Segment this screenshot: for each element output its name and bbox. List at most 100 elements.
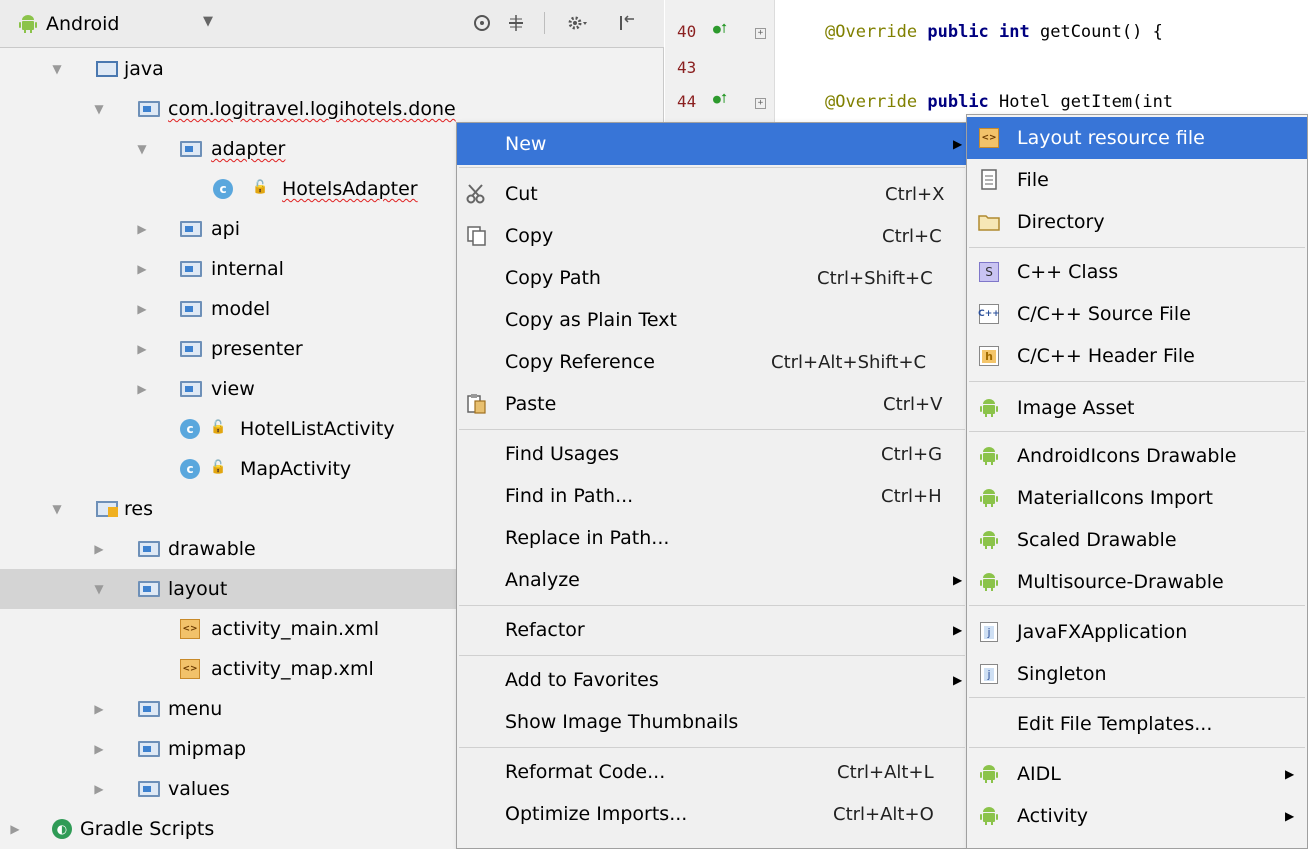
expand-arrow-icon[interactable]: ▼ [135,142,149,156]
menu-item-analyze[interactable]: Analyze ▶ [457,559,967,601]
submenu-item-materialicons-import[interactable]: MaterialIcons Import [967,477,1307,519]
copy-icon [465,224,489,248]
submenu-item-directory[interactable]: Directory [967,201,1307,243]
folder-icon [138,781,160,797]
fold-toggle-icon[interactable]: + [755,28,766,39]
menu-item-label: Copy Reference [505,351,655,373]
hide-panel-icon[interactable] [616,12,638,34]
menu-item-shortcut: Ctrl+V [883,393,943,415]
file-icon [977,168,1001,192]
submenu-item-edit-file-templates[interactable]: Edit File Templates... [967,703,1307,745]
submenu-item-aidl[interactable]: AIDL ▶ [967,753,1307,795]
expand-arrow-icon[interactable]: ▶ [135,262,149,276]
menu-item-copy-plain-text[interactable]: Copy as Plain Text [457,299,967,341]
expand-arrow-icon[interactable]: ▶ [135,382,149,396]
xml-file-icon: <> [180,659,200,679]
expand-arrow-icon[interactable]: ▼ [92,102,106,116]
menu-item-find-usages[interactable]: Find Usages Ctrl+G [457,433,967,475]
public-access-icon: 🔓 [210,420,227,435]
gear-icon[interactable] [566,12,588,34]
menu-item-copy[interactable]: Copy Ctrl+C [457,215,967,257]
menu-item-shortcut: Ctrl+C [882,225,942,247]
android-icon [977,396,1001,420]
cpp-class-icon: S [977,260,1001,284]
menu-item-reformat-code[interactable]: Reformat Code... Ctrl+Alt+L [457,751,967,793]
menu-item-label: AndroidIcons Drawable [1017,445,1237,467]
menu-item-label: Singleton [1017,663,1107,685]
expand-arrow-icon[interactable]: ▼ [50,62,64,76]
submenu-item-image-asset[interactable]: Image Asset [967,387,1307,429]
android-icon [977,444,1001,468]
expand-arrow-icon[interactable]: ▶ [8,822,22,836]
menu-item-new[interactable]: New ▶ [457,123,967,165]
folder-icon [138,581,160,597]
submenu-item-multisource-drawable[interactable]: Multisource-Drawable [967,561,1307,603]
menu-item-cut[interactable]: Cut Ctrl+X [457,173,967,215]
submenu-item-javafxapplication[interactable]: j JavaFXApplication [967,611,1307,653]
expand-arrow-icon[interactable]: ▶ [92,542,106,556]
menu-item-find-in-path[interactable]: Find in Path... Ctrl+H [457,475,967,517]
context-menu: New ▶ Cut Ctrl+X Copy Ctrl+C Copy Path C… [456,122,968,849]
folder-icon [96,61,118,77]
code-annotation: @Override [825,22,918,42]
submenu-item-layout-resource-file[interactable]: <> Layout resource file [967,117,1307,159]
view-selector-dropdown[interactable]: Android ▼ [18,10,228,38]
menu-item-add-to-favorites[interactable]: Add to Favorites ▶ [457,659,967,701]
fold-toggle-icon[interactable]: + [755,98,766,109]
menu-separator [459,429,965,430]
submenu-item-cpp-class[interactable]: S C++ Class [967,251,1307,293]
expand-arrow-icon[interactable]: ▼ [50,502,64,516]
submenu-arrow-icon: ▶ [953,623,963,637]
menu-separator [969,431,1305,432]
tree-item-label: adapter [211,138,286,160]
expand-arrow-icon[interactable]: ▼ [92,582,106,596]
expand-arrow-icon[interactable]: ▶ [135,302,149,316]
folder-icon [138,741,160,757]
collapse-all-icon[interactable] [505,12,527,34]
menu-separator [969,247,1305,248]
scroll-from-source-icon[interactable] [471,12,493,34]
expand-arrow-icon[interactable]: ▶ [92,782,106,796]
submenu-item-singleton[interactable]: j Singleton [967,653,1307,695]
code-keyword: public [927,92,989,112]
menu-item-paste[interactable]: Paste Ctrl+V [457,383,967,425]
template-file-icon: j [977,662,1001,686]
menu-item-label: C/C++ Header File [1017,345,1195,367]
menu-item-label: Scaled Drawable [1017,529,1177,551]
menu-item-replace-in-path[interactable]: Replace in Path... [457,517,967,559]
menu-item-refactor[interactable]: Refactor ▶ [457,609,967,651]
menu-item-shortcut: Ctrl+Alt+L [837,761,934,783]
tree-item-label: MapActivity [240,458,352,480]
expand-arrow-icon[interactable]: ▶ [135,222,149,236]
menu-item-show-image-thumbnails[interactable]: Show Image Thumbnails [457,701,967,743]
menu-item-optimize-imports[interactable]: Optimize Imports... Ctrl+Alt+O [457,793,967,835]
submenu-item-cpp-source-file[interactable]: C++ C/C++ Source File [967,293,1307,335]
submenu-item-scaled-drawable[interactable]: Scaled Drawable [967,519,1307,561]
android-icon [977,570,1001,594]
tree-item-label: java [124,58,164,80]
submenu-item-cpp-header-file[interactable]: h C/C++ Header File [967,335,1307,377]
tree-item-label: activity_main.xml [211,618,380,640]
submenu-arrow-icon: ▶ [953,673,963,687]
menu-item-label: Cut [505,183,538,205]
override-method-icon[interactable]: ●⭡ [713,22,727,37]
expand-arrow-icon[interactable]: ▶ [92,742,106,756]
expand-arrow-icon[interactable]: ▶ [92,702,106,716]
menu-separator [459,655,965,656]
submenu-item-androidicons-drawable[interactable]: AndroidIcons Drawable [967,435,1307,477]
cpp-header-icon: h [977,344,1001,368]
tree-item-java[interactable]: ▼ java [0,49,664,89]
menu-item-copy-path[interactable]: Copy Path Ctrl+Shift+C [457,257,967,299]
android-icon [977,804,1001,828]
package-icon [180,301,202,317]
menu-item-copy-reference[interactable]: Copy Reference Ctrl+Alt+Shift+C [457,341,967,383]
expand-arrow-icon[interactable]: ▶ [135,342,149,356]
line-number: 40 [677,22,697,41]
menu-item-label: Optimize Imports... [505,803,688,825]
package-icon [180,381,202,397]
submenu-arrow-icon: ▶ [1285,809,1295,823]
submenu-item-activity[interactable]: Activity ▶ [967,795,1307,837]
menu-item-label: C++ Class [1017,261,1119,283]
submenu-item-file[interactable]: File [967,159,1307,201]
override-method-icon[interactable]: ●⭡ [713,92,727,107]
